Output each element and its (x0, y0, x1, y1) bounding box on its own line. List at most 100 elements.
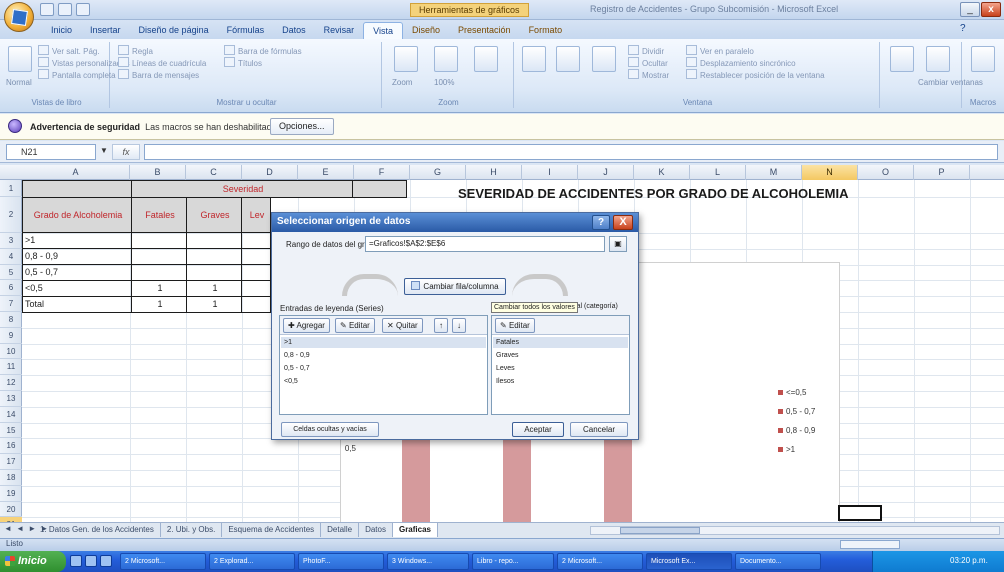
table-corner-cell[interactable] (22, 180, 132, 198)
row-header[interactable]: 10 (0, 344, 22, 360)
column-header[interactable]: P (914, 165, 970, 180)
column-header[interactable]: L (690, 165, 746, 180)
move-down-button[interactable]: ↓ (452, 318, 466, 333)
series-list-item[interactable]: <0,5 (281, 376, 486, 387)
legend-entry[interactable]: 0,8 - 0,9 (778, 426, 815, 435)
ruler-checkbox[interactable]: Regla (118, 45, 153, 56)
column-header[interactable]: N (802, 165, 858, 180)
row-header[interactable]: 18 (0, 470, 22, 486)
undo-icon[interactable] (58, 3, 72, 16)
chart-title[interactable]: SEVERIDAD DE ACCIDENTES POR GRADO DE ALC… (458, 186, 849, 201)
table-row-label[interactable]: 0,8 - 0,9 (22, 248, 132, 265)
table-cell-graves[interactable]: 1 (186, 296, 242, 313)
horizontal-scrollbar-thumb[interactable] (620, 527, 700, 534)
insert-function-button[interactable]: fx (112, 144, 140, 160)
category-list-item[interactable]: Fatales (493, 337, 628, 348)
column-header[interactable]: B (130, 165, 186, 180)
row-header[interactable]: 11 (0, 359, 22, 376)
hidden-empty-cells-button[interactable]: Celdas ocultas y vacías (281, 422, 379, 437)
desktop-icon[interactable] (70, 555, 82, 567)
column-header[interactable]: F (354, 165, 410, 180)
close-button[interactable]: x (981, 2, 1001, 17)
row-header[interactable]: 12 (0, 375, 22, 391)
unhide-button[interactable]: Mostrar (628, 69, 669, 80)
table-cell-leves[interactable] (241, 296, 271, 313)
sheet-tab[interactable]: Detalle (321, 523, 360, 537)
column-header[interactable]: D (242, 165, 298, 180)
freeze-panes-icon[interactable] (592, 46, 616, 72)
row-header[interactable]: 19 (0, 486, 22, 502)
tab-9[interactable]: Formato (520, 22, 572, 39)
row-header[interactable]: 7 (0, 296, 22, 312)
row-header[interactable]: 15 (0, 423, 22, 439)
column-header[interactable]: H (466, 165, 522, 180)
zoom-100-icon[interactable] (434, 46, 458, 72)
tab-8[interactable]: Presentación (449, 22, 520, 39)
dialog-close-button[interactable]: X (613, 215, 633, 230)
column-header[interactable]: K (634, 165, 690, 180)
switch-windows-icon[interactable] (926, 46, 950, 72)
edit-categories-button[interactable]: ✎ Editar (495, 318, 535, 333)
zoom-slider[interactable] (840, 540, 900, 549)
dialog-help-button[interactable]: ? (592, 215, 610, 230)
tab-2[interactable]: Diseño de página (130, 22, 218, 39)
taskbar-item[interactable]: Microsoft Ex... (646, 553, 732, 570)
table-cell-fatales[interactable] (131, 248, 187, 265)
redo-icon[interactable] (76, 3, 90, 16)
column-header[interactable]: G (410, 165, 466, 180)
cancel-button[interactable]: Cancelar (570, 422, 628, 437)
split-button[interactable]: Dividir (628, 45, 664, 56)
legend-entry[interactable]: <=0,5 (778, 388, 806, 397)
table-cell-graves[interactable] (186, 232, 242, 249)
sheet-tab[interactable]: Graficas (392, 523, 438, 537)
office-button[interactable] (4, 2, 34, 32)
column-header[interactable]: I (522, 165, 578, 180)
row-header[interactable]: 2 (0, 197, 22, 233)
row-header[interactable]: 3 (0, 233, 22, 249)
gridlines-checkbox[interactable]: Líneas de cuadrícula (118, 57, 206, 68)
row-header[interactable]: 5 (0, 265, 22, 281)
column-header[interactable]: M (746, 165, 802, 180)
graves-header[interactable]: Graves (186, 197, 242, 233)
row-header[interactable]: 9 (0, 328, 22, 344)
table-cell-leves[interactable] (241, 232, 271, 249)
series-list-item[interactable]: 0,5 - 0,7 (281, 363, 486, 374)
table-cell-fatales[interactable]: 1 (131, 280, 187, 297)
save-workspace-icon[interactable] (890, 46, 914, 72)
minimize-button[interactable]: _ (960, 2, 980, 17)
chevron-down-icon[interactable]: ▼ (100, 146, 108, 155)
macros-icon[interactable] (971, 46, 995, 72)
formula-input[interactable] (144, 144, 998, 160)
table-header-extra[interactable] (352, 180, 407, 198)
table-cell-leves[interactable] (241, 264, 271, 281)
column-header[interactable]: J (578, 165, 634, 180)
headings-checkbox[interactable]: Títulos (224, 57, 262, 68)
save-icon[interactable] (40, 3, 54, 16)
column-header[interactable]: C (186, 165, 242, 180)
tab-5[interactable]: Revisar (315, 22, 364, 39)
row-header[interactable]: 14 (0, 407, 22, 423)
move-up-button[interactable]: ↑ (434, 318, 448, 333)
table-cell-fatales[interactable] (131, 232, 187, 249)
table-cell-graves[interactable] (186, 264, 242, 281)
legend-entry[interactable]: 0,5 - 0,7 (778, 407, 815, 416)
series-list-item[interactable]: 0,8 - 0,9 (281, 350, 486, 361)
table-cell-graves[interactable] (186, 248, 242, 265)
sync-scroll-button[interactable]: Desplazamiento sincrónico (686, 57, 796, 68)
arrange-all-icon[interactable] (556, 46, 580, 72)
browser-icon[interactable] (85, 555, 97, 567)
table-cell-leves[interactable] (241, 248, 271, 265)
row-header[interactable]: 20 (0, 502, 22, 518)
taskbar-item[interactable]: 2 Microsoft... (557, 553, 643, 570)
full-screen-button[interactable]: Pantalla completa (38, 69, 116, 80)
taskbar-item[interactable]: Libro - repo... (472, 553, 554, 570)
side-by-side-button[interactable]: Ver en paralelo (686, 45, 754, 56)
tab-1[interactable]: Insertar (81, 22, 130, 39)
leves-header[interactable]: Lev (241, 197, 271, 233)
row-header[interactable]: 17 (0, 454, 22, 470)
name-box[interactable]: N21 (6, 144, 96, 160)
series-list-item[interactable]: >1 (281, 337, 486, 348)
row-header[interactable]: 6 (0, 280, 22, 297)
sheet-tab[interactable]: Esquema de Accidentes (222, 523, 322, 537)
fatales-header[interactable]: Fatales (131, 197, 187, 233)
